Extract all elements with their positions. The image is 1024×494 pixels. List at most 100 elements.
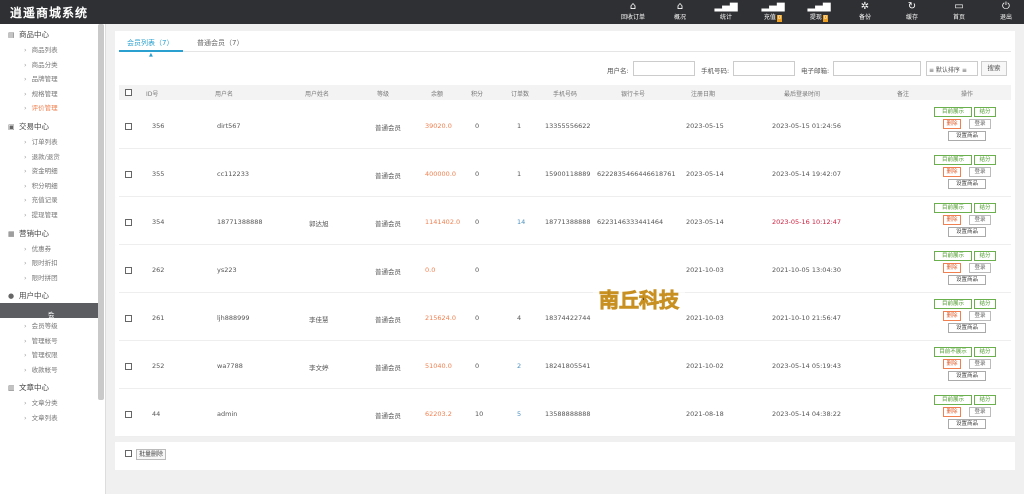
nav-gear-button-5[interactable]: ✲ 备份 [845,1,885,23]
login-button[interactable]: 登录 [969,119,991,129]
pay-button[interactable]: 结分 [974,347,996,357]
sidebar-item[interactable]: › 积分明细 [24,180,58,190]
sidebar-item[interactable]: › 管理帐号 [24,335,58,345]
set-goods-button[interactable]: 设置商品 [948,419,986,429]
delete-button[interactable]: 删除 [943,311,961,321]
login-button[interactable]: 登录 [969,311,991,321]
delete-button[interactable]: 删除 [943,359,961,369]
delete-button[interactable]: 删除 [943,119,961,129]
login-button[interactable]: 登录 [969,407,991,417]
sidebar-item[interactable]: › 规格管理 [24,88,58,98]
row-checkbox[interactable] [125,363,132,370]
login-button[interactable]: 登录 [969,263,991,273]
sidebar-item[interactable]: › 退款/退货 [24,151,60,161]
login-button[interactable]: 登录 [969,167,991,177]
set-goods-button[interactable]: 设置商品 [948,371,986,381]
sidebar-item[interactable]: › 限时拼团 [24,272,58,282]
pay-button[interactable]: 结分 [974,155,996,165]
set-goods-button[interactable]: 设置商品 [948,227,986,237]
nav-monitor-button-7[interactable]: ▭ 首页 [939,1,979,23]
footer-select-all-checkbox[interactable] [125,450,132,457]
sidebar-item[interactable]: › 文章分类 [24,397,58,407]
phone-input[interactable] [733,61,795,76]
sidebar-item[interactable]: › 商品分类 [24,59,58,69]
sidebar-item-selected[interactable]: › 会员列表 [0,303,98,349]
delete-button[interactable]: 删除 [943,215,961,225]
sidebar-section-4[interactable]: ▥ 文章中心 [8,382,49,393]
display-toggle-button[interactable]: 目前展示 [934,299,972,309]
nav-refresh-button-6[interactable]: ↻ 缓存 [892,1,932,23]
tab-divider [119,51,1011,52]
display-toggle-button[interactable]: 目前展示 [934,395,972,405]
pay-button[interactable]: 结分 [974,107,996,117]
pay-button[interactable]: 结分 [974,251,996,261]
nav-bar-chart-button-2[interactable]: ▂▄▆ 统计 [706,1,746,23]
nav-home-button-1[interactable]: ⌂ 概况 [660,1,700,23]
marketing-icon: ▦ [8,229,15,238]
nav-power-button-8[interactable]: ⏻ 退出 [986,1,1024,23]
bulk-delete-button[interactable]: 批量删除 [136,449,167,460]
login-button[interactable]: 登录 [969,359,991,369]
tab-member-list[interactable]: 会员列表（7） [127,38,173,48]
row-checkbox[interactable] [125,267,132,274]
col-last-login: 最后登录时间 [784,91,821,98]
pay-button[interactable]: 结分 [974,203,996,213]
sidebar-section-3[interactable]: ● 用户中心 [8,290,49,301]
sidebar-item[interactable]: › 管理权限 [24,349,58,359]
cell-level: 普通会员 [375,124,401,132]
sidebar-item[interactable]: › 资金明细 [24,165,58,175]
nav-label: 缓存 [892,13,932,22]
nav-bar-chart-button-4[interactable]: ▂▄▆ 提现 0 [799,1,839,23]
sidebar-item[interactable]: › 优惠券 [24,243,51,253]
search-button[interactable]: 搜索 [981,61,1007,76]
sidebar-item[interactable]: › 收款帐号 [24,364,58,374]
display-toggle-button[interactable]: 目前展示 [934,251,972,261]
login-button[interactable]: 登录 [969,215,991,225]
table-row: 262 ys223 普通会员 0.0 0 2021-10-03 2021-10-05 13:… [119,245,1011,293]
display-toggle-button[interactable]: 目前展示 [934,155,972,165]
set-goods-button[interactable]: 设置商品 [948,323,986,333]
delete-button[interactable]: 删除 [943,263,961,273]
nav-home-button-0[interactable]: ⌂ 回收订单 [613,1,653,23]
set-goods-button[interactable]: 设置商品 [948,131,986,141]
pay-button[interactable]: 结分 [974,395,996,405]
sidebar-item[interactable]: › 限时折扣 [24,257,58,267]
email-input[interactable] [833,61,921,76]
col-username: 用户名 [215,91,234,98]
row-checkbox[interactable] [125,123,132,130]
sidebar-item-label: 商品分类 [31,60,58,69]
row-checkbox[interactable] [125,171,132,178]
col-id: ID号 [146,91,159,98]
display-toggle-button[interactable]: 目前展示 [934,203,972,213]
sidebar-item[interactable]: › 会员等级 [24,320,58,330]
cell-reg: 2021-10-03 [686,314,724,322]
sidebar-item[interactable]: › 品牌管理 [24,73,58,83]
row-checkbox[interactable] [125,219,132,226]
sidebar-section-0[interactable]: ▤ 商品中心 [8,29,49,40]
sidebar-item[interactable]: › 文章列表 [24,412,58,422]
select-all-checkbox[interactable] [125,89,132,96]
set-goods-button[interactable]: 设置商品 [948,275,986,285]
row-checkbox[interactable] [125,411,132,418]
pay-button[interactable]: 结分 [974,299,996,309]
sidebar-item[interactable]: › 评价管理 [24,102,58,112]
cell-reg: 2021-10-02 [686,362,724,370]
delete-button[interactable]: 删除 [943,167,961,177]
nav-bar-chart-button-3[interactable]: ▂▄▆ 充值 0 [753,1,793,23]
row-checkbox[interactable] [125,315,132,322]
tab-regular-members[interactable]: 普通会员（7） [197,38,243,48]
sidebar-item[interactable]: › 提现管理 [24,209,58,219]
set-goods-button[interactable]: 设置商品 [948,179,986,189]
sort-select[interactable]: ≡ 默认排序 ≡ [926,61,978,76]
sidebar-item[interactable]: › 充值记录 [24,194,58,204]
sidebar-item[interactable]: › 订单列表 [24,136,58,146]
username-input[interactable] [633,61,695,76]
display-toggle-button[interactable]: 目前不展示 [934,347,972,357]
sidebar-section-1[interactable]: ▣ 交易中心 [8,121,49,132]
sidebar-section-2[interactable]: ▦ 营销中心 [8,228,49,239]
sidebar-item[interactable]: › 商品列表 [24,44,58,54]
display-toggle-button[interactable]: 目前展示 [934,107,972,117]
sidebar-item-label: 资金明细 [31,167,58,176]
delete-button[interactable]: 删除 [943,407,961,417]
sidebar-scrollbar[interactable] [98,24,104,400]
